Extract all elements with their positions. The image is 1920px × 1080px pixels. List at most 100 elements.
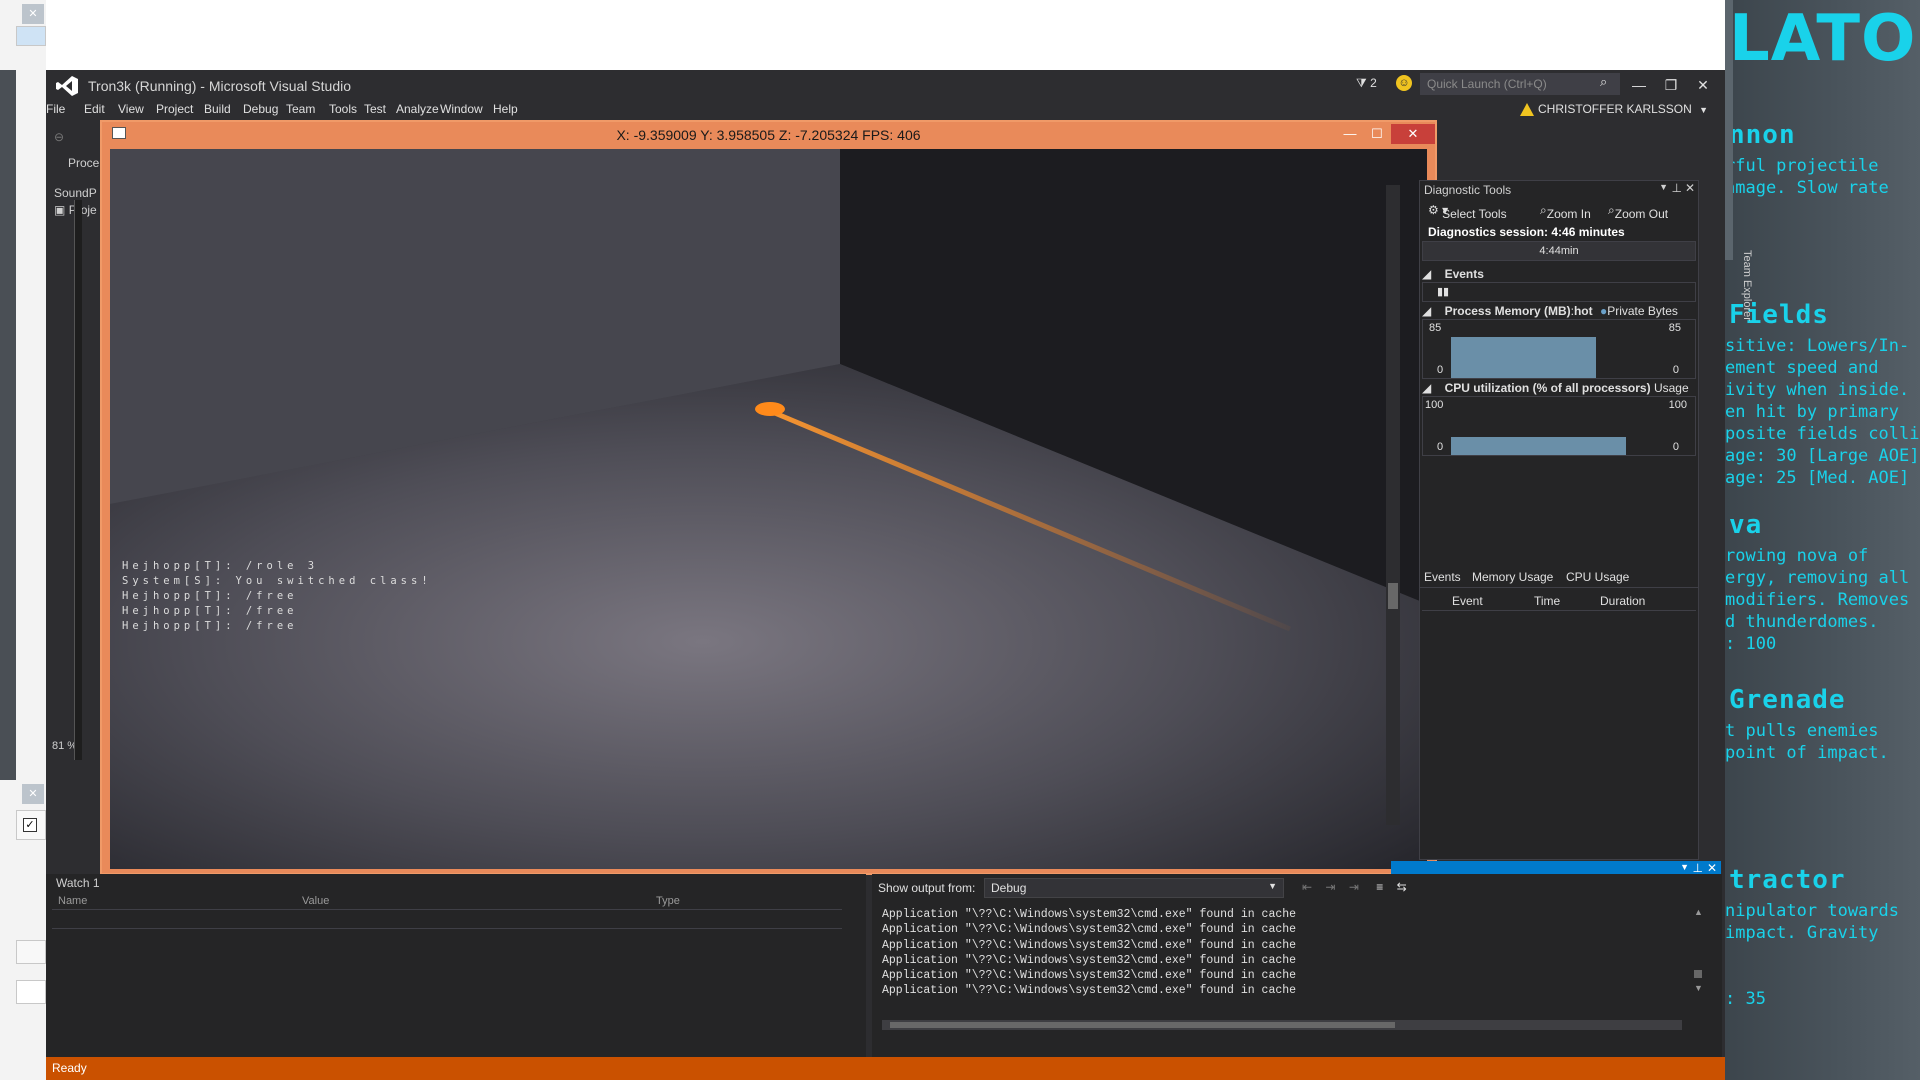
menu-project[interactable]: Project <box>156 102 193 116</box>
restore-button[interactable]: ❐ <box>1656 72 1686 98</box>
pin-icon[interactable]: ⊥ <box>1672 181 1682 195</box>
chat-line: Hejhopp[T]: /role 3 <box>122 560 319 572</box>
game-close-button[interactable]: ✕ <box>1391 124 1435 144</box>
chevron-down-icon: ▼ <box>1268 881 1277 891</box>
editor-vertical-scrollbar[interactable] <box>1386 185 1400 825</box>
checkbox-icon[interactable]: ✓ <box>16 810 46 840</box>
output-source-select[interactable]: Debug ▼ <box>984 878 1284 898</box>
output-line: Application "\??\C:\Windows\system32\cmd… <box>882 923 1297 937</box>
menu-edit[interactable]: Edit <box>84 102 105 116</box>
watch-title: Watch 1 <box>56 876 100 890</box>
cpu-graph[interactable]: 100 0 100 0 <box>1422 396 1696 456</box>
game-window[interactable]: X: -9.359009 Y: 3.958505 Z: -7.205324 FP… <box>100 120 1437 875</box>
hud-title: LATOR <box>1729 2 1920 76</box>
game-maximize-button[interactable]: ☐ <box>1364 124 1390 144</box>
menu-file[interactable]: File <box>46 102 65 116</box>
clear-all-icon[interactable]: ≡ <box>1376 880 1383 894</box>
hud-section-line: ement speed and <box>1725 358 1879 378</box>
scroll-up-icon[interactable]: ▲ <box>1694 907 1703 917</box>
tab-cpu-usage[interactable]: CPU Usage <box>1566 570 1629 584</box>
edit-icon[interactable] <box>16 940 46 964</box>
left-dark-panel <box>0 70 16 780</box>
menu-help[interactable]: Help <box>493 102 518 116</box>
menu-build[interactable]: Build <box>204 102 231 116</box>
team-explorer-tab[interactable]: Team Explorer <box>1739 250 1753 350</box>
pin-icon[interactable]: ⊥ <box>1693 861 1703 875</box>
left-panel-item[interactable] <box>16 26 46 46</box>
memory-section-header[interactable]: ◢ Process Memory (MB):hot ●Private Bytes <box>1422 304 1696 318</box>
output-horizontal-scrollbar[interactable] <box>882 1020 1682 1030</box>
close-icon[interactable]: ✕ <box>22 784 44 804</box>
diagnostic-tools-panel: Diagnostic Tools ▼ ⊥ ✕ ⚙ Select Tools ▾ … <box>1419 180 1699 860</box>
memory-axis-min: 0 <box>1437 364 1444 376</box>
zoom-icon[interactable] <box>16 980 46 1004</box>
user-account[interactable]: CHRISTOFFER KARLSSON ▼ <box>1538 102 1708 116</box>
scrollbar-thumb[interactable] <box>890 1022 1395 1028</box>
close-icon[interactable]: ✕ <box>22 4 44 24</box>
menu-view[interactable]: View <box>118 102 144 116</box>
toolbar-icon[interactable]: ⊖ <box>54 130 64 144</box>
notifications-button[interactable]: ⧩ 2 <box>1356 76 1377 91</box>
menu-team[interactable]: Team <box>286 102 315 116</box>
watch-column-name[interactable]: Name <box>58 895 87 907</box>
dropdown-icon[interactable]: ▼ <box>1659 182 1668 192</box>
output-vertical-scrollbar[interactable]: ▲ ▼ <box>1692 907 1706 1007</box>
tab-memory-usage[interactable]: Memory Usage <box>1472 570 1553 584</box>
menu-window[interactable]: Window <box>440 102 483 116</box>
select-tools-label: Select Tools <box>1442 207 1507 221</box>
output-source-value: Debug <box>991 881 1027 895</box>
watch-column-type[interactable]: Type <box>656 895 680 907</box>
feedback-smiley-icon[interactable]: ☺ <box>1396 75 1412 91</box>
memory-hot: hot <box>1573 304 1593 318</box>
zoom-in-button[interactable]: ⌕ Zoom In <box>1540 203 1591 221</box>
menu-analyze[interactable]: Analyze <box>396 102 439 116</box>
hud-section-line: : 35 <box>1725 989 1766 1009</box>
zoom-out-button[interactable]: ⌕ Zoom Out <box>1608 203 1668 221</box>
watch-column-value[interactable]: Value <box>302 895 329 907</box>
hud-section-line: modifiers. Removes <box>1725 590 1910 610</box>
events-section-header[interactable]: ◢ Events <box>1422 267 1696 281</box>
menu-tools[interactable]: Tools <box>329 102 357 116</box>
next-message-icon[interactable]: ⇥ <box>1349 880 1359 894</box>
menu-debug[interactable]: Debug <box>243 102 278 116</box>
hud-section-line: posite fields collide. <box>1725 424 1920 444</box>
timeline-ruler[interactable]: 4:44min <box>1422 241 1696 261</box>
process-label: Proce <box>68 156 100 170</box>
cpu-axis-max: 100 <box>1425 399 1444 411</box>
dropdown-icon[interactable]: ▼ <box>1680 862 1689 872</box>
scroll-down-icon[interactable]: ▼ <box>1694 983 1703 993</box>
cpu-section-header[interactable]: ◢ CPU utilization (% of all processors) … <box>1422 381 1696 395</box>
hud-section-line: : 100 <box>1725 634 1777 654</box>
hud-section-line: nipulator towards <box>1725 901 1899 921</box>
memory-axis-max-right: 85 <box>1668 322 1681 334</box>
game-viewport[interactable]: Hejhopp[T]: /role 3 System[S]: You switch… <box>110 149 1427 869</box>
output-line: Application "\??\C:\Windows\system32\cmd… <box>882 969 1297 983</box>
menu-test[interactable]: Test <box>364 102 386 116</box>
prev-message-icon[interactable]: ⇥ <box>1325 880 1335 894</box>
quick-launch-input[interactable]: Quick Launch (Ctrl+Q) <box>1420 73 1620 95</box>
find-message-icon[interactable]: ⇤ <box>1302 880 1312 894</box>
close-icon[interactable]: ✕ <box>1685 181 1695 195</box>
event-column-header[interactable]: Event <box>1452 594 1483 608</box>
close-icon[interactable]: ✕ <box>1707 861 1717 875</box>
diagnostic-tools-header: Diagnostic Tools ▼ ⊥ ✕ <box>1420 181 1698 199</box>
search-icon[interactable]: ⌕ <box>1600 74 1607 90</box>
pause-icon[interactable]: ▮▮ <box>1437 285 1449 298</box>
memory-graph[interactable]: 85 0 85 0 <box>1422 319 1696 379</box>
close-button[interactable]: ✕ <box>1688 72 1718 98</box>
game-title-bar[interactable]: X: -9.359009 Y: 3.958505 Z: -7.205324 FP… <box>102 122 1435 148</box>
word-wrap-icon[interactable]: ⇆ <box>1397 880 1407 894</box>
game-minimize-button[interactable]: — <box>1337 124 1363 144</box>
minimize-button[interactable]: — <box>1624 72 1654 98</box>
scrollbar-thumb[interactable] <box>1694 970 1702 978</box>
tab-events[interactable]: Events <box>1424 570 1461 584</box>
hud-section-line: t pulls enemies <box>1725 721 1879 741</box>
events-table-header: Event Time Duration <box>1422 591 1696 611</box>
memory-legend: Private Bytes <box>1607 304 1678 318</box>
select-tools-button[interactable]: ⚙ Select Tools ▾ <box>1428 203 1507 221</box>
event-column-header[interactable]: Time <box>1534 594 1560 608</box>
scrollbar-thumb[interactable] <box>1388 583 1398 609</box>
event-column-header[interactable]: Duration <box>1600 594 1645 608</box>
events-track[interactable]: ▮▮ <box>1422 282 1696 302</box>
hud-section-heading: nnon <box>1729 120 1796 150</box>
